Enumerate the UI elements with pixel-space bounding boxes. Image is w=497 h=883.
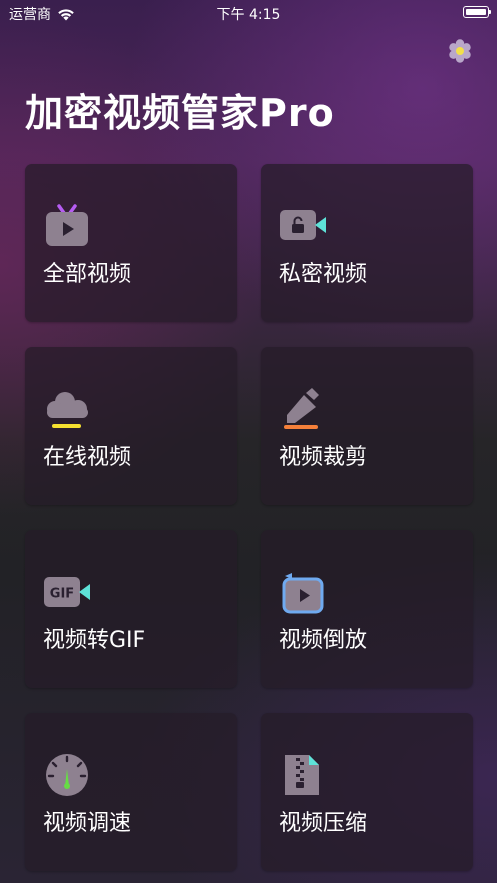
svg-text:GIF: GIF — [50, 587, 74, 602]
tile-video-speed[interactable]: 视频调速 — [25, 713, 237, 871]
tile-all-videos[interactable]: 全部视频 — [25, 164, 237, 322]
tile-video-to-gif[interactable]: GIF 视频转GIF — [25, 530, 237, 688]
pencil-icon — [284, 388, 319, 429]
tv-play-icon — [46, 204, 88, 246]
status-bar: 运营商 下午 4:15 — [0, 0, 497, 26]
tile-video-compress[interactable]: 视频压缩 — [261, 713, 473, 871]
zip-file-icon — [285, 755, 319, 795]
reverse-play-icon — [282, 573, 324, 614]
tile-private-videos[interactable]: 私密视频 — [261, 164, 473, 322]
tile-video-reverse[interactable]: 视频倒放 — [261, 530, 473, 688]
tile-label: 在线视频 — [43, 445, 132, 470]
battery-level — [466, 9, 486, 15]
status-time: 下午 4:15 — [216, 7, 281, 23]
gif-camera-icon: GIF — [44, 577, 90, 607]
tile-label: 视频压缩 — [279, 811, 368, 836]
cloud-icon — [47, 392, 88, 428]
battery-icon — [463, 6, 491, 18]
tile-label: 视频倒放 — [279, 628, 368, 653]
tile-label: 私密视频 — [279, 262, 368, 287]
tile-label: 视频转GIF — [43, 628, 146, 653]
page-title: 加密视频管家Pro — [25, 91, 335, 135]
tile-label: 全部视频 — [43, 262, 132, 287]
gear-icon[interactable] — [447, 38, 473, 64]
tile-label: 视频调速 — [43, 811, 132, 836]
lock-camera-icon — [280, 210, 326, 240]
tile-label: 视频裁剪 — [279, 445, 368, 470]
speedometer-icon — [46, 754, 88, 796]
tile-video-trim[interactable]: 视频裁剪 — [261, 347, 473, 505]
tile-online-videos[interactable]: 在线视频 — [25, 347, 237, 505]
